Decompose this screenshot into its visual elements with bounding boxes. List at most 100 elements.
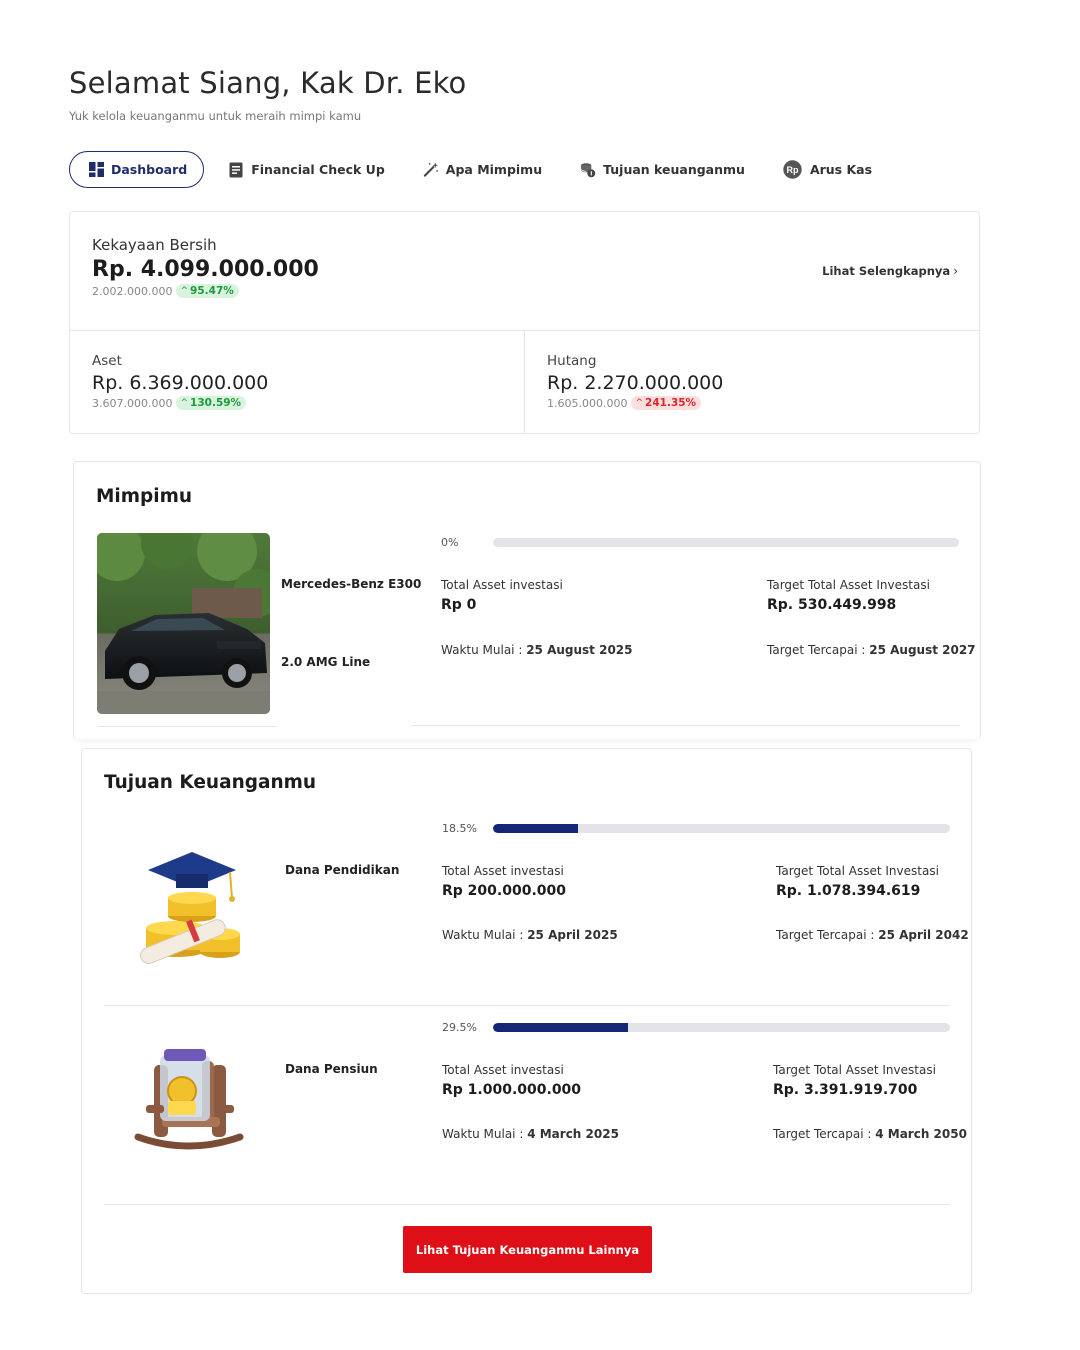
tab-financial-check-up[interactable]: Financial Check Up <box>228 151 385 188</box>
dream-target-value: Rp. 530.449.998 <box>767 597 897 613</box>
dreams-card: Mimpimu Mercedes-Benz E300 2.0 AMG Line … <box>73 461 981 739</box>
tab-arus-kas[interactable]: Rp Arus Kas <box>783 151 872 188</box>
goal-end-label: Target Tercapai : <box>773 1127 872 1141</box>
goal-name: Dana Pendidikan <box>285 863 400 877</box>
goal-start-label: Waktu Mulai : <box>442 1127 524 1141</box>
chevron-right-icon: › <box>953 264 958 278</box>
dream-asset-value: Rp 0 <box>441 597 477 613</box>
car-image <box>97 533 270 714</box>
goal-target-label: Target Total Asset Investasi <box>773 1063 936 1077</box>
net-worth-summary: Kekayaan Bersih Rp. 4.099.000.000 2.002.… <box>70 212 979 331</box>
goal-end-value: 25 April 2042 <box>878 928 969 942</box>
net-worth-previous: 2.002.000.000 ^ 95.47% <box>92 284 239 298</box>
goal-end-date: Target Tercapai : 25 April 2042 <box>776 928 969 942</box>
goal-start-value: 4 March 2025 <box>527 1127 619 1141</box>
dream-start-label: Waktu Mulai : <box>441 643 523 657</box>
goal-progress-bar <box>493 824 950 833</box>
dashboard-icon <box>88 162 104 178</box>
net-worth-change: 95.47% <box>190 285 234 297</box>
goal-target-value: Rp. 3.391.919.700 <box>773 1082 918 1098</box>
top-nav: Dashboard Financial Check Up Apa Mimpimu… <box>69 151 910 188</box>
net-worth-card: Kekayaan Bersih Rp. 4.099.000.000 2.002.… <box>69 211 980 434</box>
debts-panel: Hutang Rp. 2.270.000.000 1.605.000.000 ^… <box>525 331 980 434</box>
assets-change: 130.59% <box>190 397 242 409</box>
page-subtitle: Yuk kelola keuanganmu untuk meraih mimpi… <box>69 109 362 123</box>
magic-wand-icon <box>423 162 439 178</box>
caret-up-icon: ^ <box>635 398 644 408</box>
dream-name-line1: Mercedes-Benz E300 <box>281 577 422 591</box>
dreams-title: Mimpimu <box>96 486 193 507</box>
goal-name: Dana Pensiun <box>285 1062 378 1076</box>
goal-asset-label: Total Asset investasi <box>442 1063 564 1077</box>
tab-apa-mimpimu[interactable]: Apa Mimpimu <box>423 151 542 188</box>
debts-label: Hutang <box>547 353 597 369</box>
goal-start-value: 25 April 2025 <box>527 928 618 942</box>
see-more-goals-button[interactable]: Lihat Tujuan Keuanganmu Lainnya <box>403 1226 652 1273</box>
goal-progress-label: 29.5% <box>442 1021 477 1034</box>
divider <box>104 1005 950 1006</box>
debts-change-badge: ^ 241.35% <box>631 396 702 410</box>
tab-financial-check-up-label: Financial Check Up <box>251 162 385 177</box>
goal-start-date: Waktu Mulai : 4 March 2025 <box>442 1127 619 1141</box>
net-worth-value: Rp. 4.099.000.000 <box>92 257 319 282</box>
rupiah-icon: Rp <box>783 160 803 180</box>
goal-end-value: 4 March 2050 <box>875 1127 967 1141</box>
debts-value: Rp. 2.270.000.000 <box>547 372 724 394</box>
dream-name-line2: 2.0 AMG Line <box>281 655 371 669</box>
page-title: Selamat Siang, Kak Dr. Eko <box>69 66 467 100</box>
dream-progress-label: 0% <box>441 536 459 549</box>
goals-title: Tujuan Keuanganmu <box>104 772 317 793</box>
goal-progress-fill <box>493 824 578 833</box>
goal-target-value: Rp. 1.078.394.619 <box>776 883 921 899</box>
debts-change: 241.35% <box>645 397 697 409</box>
assets-previous: 3.607.000.000 ^ 130.59% <box>92 396 247 410</box>
goal-end-date: Target Tercapai : 4 March 2050 <box>773 1127 967 1141</box>
dream-target-label: Target Total Asset Investasi <box>767 578 930 592</box>
assets-label: Aset <box>92 353 122 369</box>
caret-up-icon: ^ <box>180 398 189 408</box>
assets-panel: Aset Rp. 6.369.000.000 3.607.000.000 ^ 1… <box>70 331 525 434</box>
dream-progress-bar <box>493 538 959 547</box>
goal-progress-fill <box>493 1023 628 1032</box>
goal-asset-value: Rp 1.000.000.000 <box>442 1082 582 1098</box>
assets-previous-value: 3.607.000.000 <box>92 396 173 410</box>
goal-end-label: Target Tercapai : <box>776 928 875 942</box>
dream-end-label: Target Tercapai : <box>767 643 866 657</box>
assets-value: Rp. 6.369.000.000 <box>92 372 269 394</box>
dream-start-date: Waktu Mulai : 25 August 2025 <box>441 643 633 657</box>
document-icon <box>228 162 244 178</box>
goal-target-label: Target Total Asset Investasi <box>776 864 939 878</box>
dream-end-value: 25 August 2027 <box>869 643 976 657</box>
divider <box>411 725 960 726</box>
tab-dashboard-label: Dashboard <box>111 162 188 177</box>
financial-goals-card: Tujuan Keuanganmu Dana Pendidikan 18.5% … <box>81 748 972 1294</box>
tab-dashboard[interactable]: Dashboard <box>69 151 205 188</box>
divider <box>104 1204 950 1205</box>
pension-fund-icon <box>132 1045 244 1153</box>
divider <box>97 726 277 727</box>
education-fund-icon <box>132 846 247 964</box>
assets-change-badge: ^ 130.59% <box>176 396 247 410</box>
goal-progress-label: 18.5% <box>442 822 477 835</box>
goal-asset-value: Rp 200.000.000 <box>442 883 566 899</box>
tab-tujuan-keuanganmu-label: Tujuan keuanganmu <box>603 162 745 177</box>
tab-apa-mimpimu-label: Apa Mimpimu <box>445 162 543 177</box>
debts-previous: 1.605.000.000 ^ 241.35% <box>547 396 702 410</box>
debts-previous-value: 1.605.000.000 <box>547 396 628 410</box>
goal-start-date: Waktu Mulai : 25 April 2025 <box>442 928 618 942</box>
goal-progress-bar <box>493 1023 950 1032</box>
tab-arus-kas-label: Arus Kas <box>809 162 873 177</box>
see-more-label: Lihat Selengkapnya <box>822 264 951 278</box>
dream-asset-label: Total Asset investasi <box>441 578 563 592</box>
net-worth-change-badge: ^ 95.47% <box>176 284 239 298</box>
caret-up-icon: ^ <box>180 286 189 296</box>
see-more-link[interactable]: Lihat Selengkapnya › <box>822 264 958 278</box>
net-worth-previous-value: 2.002.000.000 <box>92 284 173 298</box>
dream-end-date: Target Tercapai : 25 August 2027 <box>767 643 976 657</box>
rupiah-icon-text: Rp <box>787 165 799 175</box>
net-worth-label: Kekayaan Bersih <box>92 236 217 254</box>
tab-tujuan-keuanganmu[interactable]: Tujuan keuanganmu <box>580 151 745 188</box>
coins-icon <box>580 162 596 178</box>
dream-start-value: 25 August 2025 <box>526 643 633 657</box>
goal-start-label: Waktu Mulai : <box>442 928 524 942</box>
